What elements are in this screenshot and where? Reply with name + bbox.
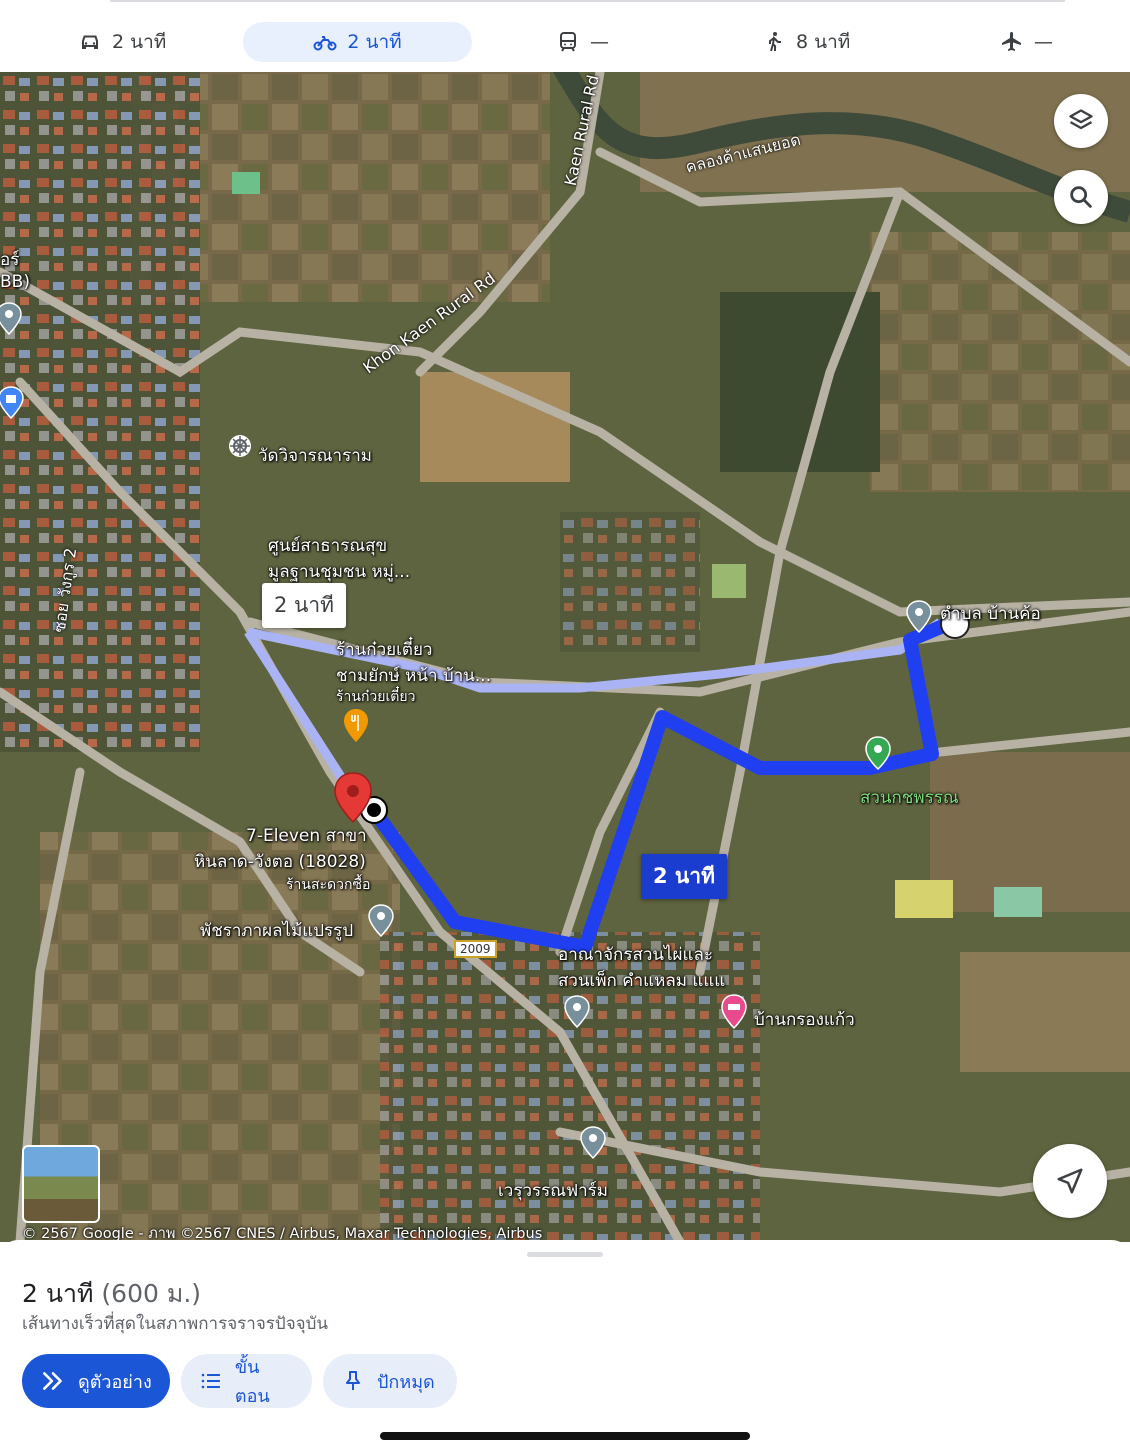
place-marker-icon[interactable]: [368, 904, 394, 938]
transit-icon: [560, 32, 576, 52]
steps-button-label: ขั้นตอน: [234, 1357, 270, 1407]
motorcycle-icon: [313, 36, 337, 51]
route-subtitle: เส้นทางเร็วที่สุดในสภาพการจราจรปัจจุบัน: [22, 1314, 329, 1334]
double-chevron-icon: [43, 1372, 62, 1390]
place-label-bamboo-garden[interactable]: อาณาจักรสวนไผ่และ: [558, 941, 713, 968]
flight-icon: [1002, 32, 1021, 51]
layers-icon: [1069, 109, 1093, 130]
preview-button[interactable]: ดูตัวอย่าง: [22, 1354, 170, 1408]
car-icon: [82, 35, 98, 49]
steps-button[interactable]: ขั้นตอน: [181, 1354, 312, 1408]
mode-car[interactable]: 2 นาที: [78, 22, 166, 62]
mode-motorcycle-label: 2 นาที: [347, 31, 402, 53]
mode-transit-label: —: [590, 31, 609, 53]
place-marker-icon[interactable]: [0, 302, 22, 336]
main-route-time-bubble[interactable]: 2 นาที: [641, 854, 727, 899]
street-view-thumbnail[interactable]: [22, 1145, 100, 1223]
route-duration: 2 นาที: [22, 1279, 94, 1308]
travel-mode-bar: 2 นาที 2 นาที — 8 นาที —: [0, 0, 1130, 72]
place-label-7-eleven[interactable]: หินลาด-วังตอ (18028): [194, 848, 366, 875]
route-shield: 2009: [454, 940, 497, 958]
list-icon: [201, 1373, 220, 1389]
mode-car-label: 2 นาที: [112, 31, 167, 53]
shopping-marker-icon[interactable]: [0, 386, 24, 420]
sheet-grab-handle[interactable]: [527, 1252, 603, 1257]
map-view[interactable]: Kaen Rural Rd Khon Kaen Rural Rd คลองค้า…: [0, 72, 1130, 1242]
place-label-krongkaew[interactable]: บ้านกรองแก้ว: [754, 1006, 855, 1033]
navigation-arrow-icon: [1057, 1168, 1083, 1194]
home-indicator[interactable]: [380, 1432, 750, 1440]
hotel-marker-icon[interactable]: [720, 994, 748, 1030]
route-summary: 2 นาที (600 ม.): [22, 1274, 201, 1314]
place-category: ร้านก๋วยเตี๋ยว: [336, 689, 416, 705]
place-label-park[interactable]: สวนกชพรรณ: [860, 784, 959, 811]
place-label-noodle-shop[interactable]: ชามยักษ์ หน้า บ้าน...: [336, 662, 491, 689]
preview-button-label: ดูตัวอย่าง: [78, 1371, 152, 1393]
search-button[interactable]: [1054, 170, 1108, 224]
restaurant-marker-icon[interactable]: [342, 708, 370, 744]
route-summary-sheet: 2 นาที (600 ม.) เส้นทางเร็วที่สุดในสภาพก…: [0, 1240, 1130, 1451]
place-label-fruit-shop[interactable]: พัชราภาผลไม้แปรรูป: [200, 917, 353, 944]
mode-flight[interactable]: —: [1000, 22, 1053, 62]
place-label: อร์: [0, 250, 20, 270]
place-label-health-center[interactable]: มูลฐานชุมชน หมู่...: [268, 558, 410, 585]
mode-walk-label: 8 นาที: [796, 31, 851, 53]
place-label-temple[interactable]: วัดวิจารณาราม: [258, 442, 372, 469]
layers-button[interactable]: [1054, 94, 1108, 148]
pin-button-label: ปักหมุด: [377, 1371, 435, 1393]
temple-marker-icon[interactable]: [228, 434, 252, 458]
top-divider: [110, 0, 1065, 2]
park-marker-icon[interactable]: [864, 736, 892, 770]
alt-route-time-bubble[interactable]: 2 นาที: [262, 583, 347, 628]
walk-icon: [769, 32, 781, 52]
mode-transit[interactable]: —: [556, 22, 609, 62]
place-category: ร้านสะดวกซื้อ: [286, 877, 371, 893]
place-marker-icon[interactable]: [580, 1126, 606, 1160]
satellite-imagery: [0, 72, 1130, 1242]
location-pin-icon[interactable]: [333, 772, 373, 824]
recenter-button[interactable]: [1033, 1144, 1107, 1218]
pin-button[interactable]: ปักหมุด: [323, 1354, 457, 1408]
place-label-farm[interactable]: เวรุวรรณฟาร์ม: [498, 1177, 608, 1204]
place-marker-icon[interactable]: [906, 600, 932, 634]
place-marker-icon[interactable]: [564, 995, 590, 1029]
place-label-7-eleven[interactable]: 7-Eleven สาขา: [246, 822, 367, 849]
pushpin-icon: [346, 1371, 360, 1390]
place-label-noodle-shop[interactable]: ร้านก๋วยเตี๋ยว: [336, 636, 432, 663]
search-icon: [1070, 186, 1092, 208]
mode-flight-label: —: [1034, 31, 1053, 53]
map-copyright: © 2567 Google - ภาพ ©2567 CNES / Airbus,…: [22, 1226, 543, 1242]
route-distance: (600 ม.): [101, 1279, 202, 1308]
place-label-bamboo-garden[interactable]: สวนเพ็ก คำแหลม แแแ: [558, 967, 725, 994]
place-label: BB): [0, 272, 30, 292]
place-label-health-center[interactable]: ศูนย์สาธารณสุข: [268, 532, 387, 559]
mode-motorcycle[interactable]: 2 นาที: [243, 22, 472, 62]
mode-walk[interactable]: 8 นาที: [762, 22, 850, 62]
destination-label[interactable]: ตำบล บ้านค้อ: [940, 600, 1041, 627]
